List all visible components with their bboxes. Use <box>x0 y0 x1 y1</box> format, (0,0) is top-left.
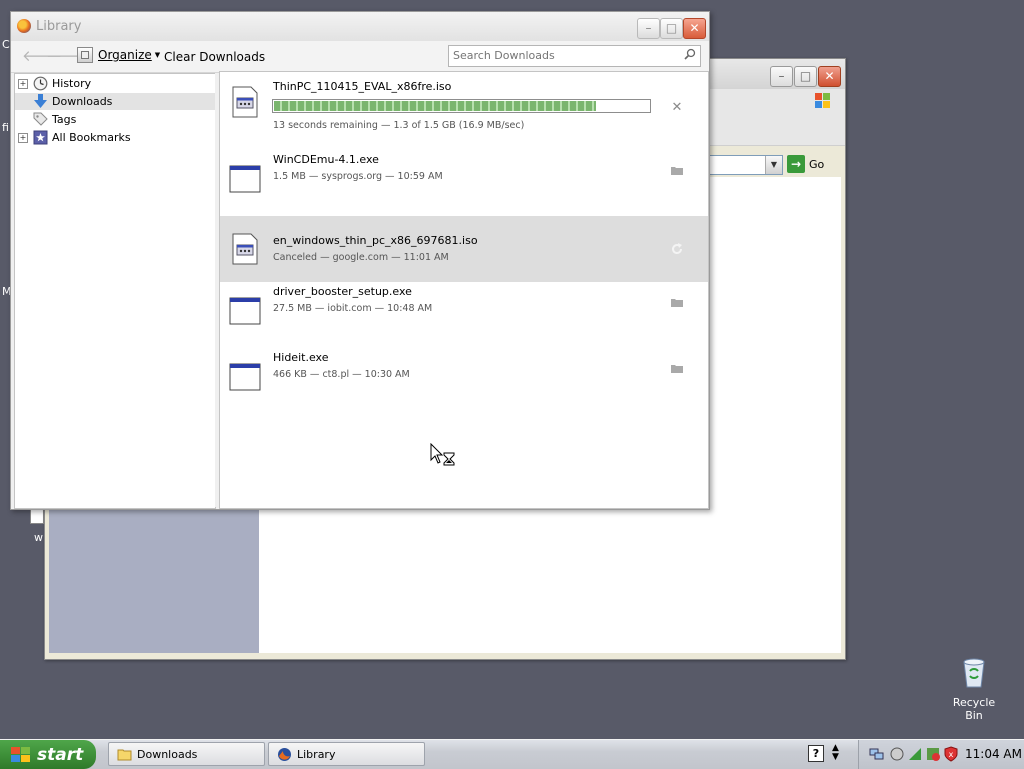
library-titlebar[interactable]: Library – □ ✕ <box>11 12 709 41</box>
taskbar-clock[interactable]: 11:04 AM <box>965 747 1022 761</box>
retry-icon[interactable] <box>670 242 684 256</box>
expand-plus-icon[interactable]: + <box>18 78 28 89</box>
search-input[interactable] <box>449 46 673 64</box>
download-filename: en_windows_thin_pc_x86_697681.iso <box>273 234 478 247</box>
tree-item-history[interactable]: + History <box>15 75 215 92</box>
downloads-list: ThinPC_110415_EVAL_x86fre.iso 13 seconds… <box>219 71 709 509</box>
download-status: 13 seconds remaining — 1.3 of 1.5 GB (16… <box>273 120 525 131</box>
security-center-icon[interactable]: x <box>943 746 959 762</box>
download-filename: Hideit.exe <box>273 351 329 364</box>
svg-text:x: x <box>949 750 954 759</box>
organize-icon <box>77 47 93 63</box>
desktop-icon-label-fragment: C <box>2 38 10 51</box>
windows-logo-icon <box>815 93 830 108</box>
shield-icon[interactable] <box>889 746 905 762</box>
tree-item-label: History <box>52 77 92 90</box>
history-clock-icon <box>33 76 48 91</box>
download-status: 1.5 MB — sysprogs.org — 10:59 AM <box>273 171 443 182</box>
folder-icon <box>117 749 132 760</box>
taskbar-button-downloads[interactable]: Downloads <box>108 742 265 766</box>
update-icon[interactable] <box>907 746 923 762</box>
help-icon[interactable]: ? <box>808 745 824 762</box>
taskbar: start Downloads Library ? ▲ ▼ x 11:04 AM <box>0 739 1024 769</box>
address-combo[interactable]: ▼ <box>705 155 783 175</box>
go-button[interactable]: → Go <box>787 154 824 174</box>
open-folder-icon[interactable] <box>670 361 684 375</box>
desktop-file-icon[interactable] <box>30 508 44 524</box>
maximize-button[interactable]: □ <box>660 18 683 39</box>
security-alert-icon[interactable] <box>925 746 941 762</box>
download-filename: ThinPC_110415_EVAL_x86fre.iso <box>273 80 452 93</box>
library-window[interactable]: Library – □ ✕ 🡐 🡒 Organize ▼ Clear Downl… <box>10 11 710 510</box>
open-folder-icon[interactable] <box>670 295 684 309</box>
download-filename: WinCDEmu-4.1.exe <box>273 153 379 166</box>
download-status: 466 KB — ct8.pl — 10:30 AM <box>273 369 410 380</box>
clear-downloads-button[interactable]: Clear Downloads <box>164 50 265 64</box>
tree-item-tags[interactable]: Tags <box>15 111 215 128</box>
chevron-down-icon: ▼ <box>154 51 161 59</box>
library-sidebar-tree: + History Downloads Tags + All Bookmarks <box>14 73 216 509</box>
progress-fill <box>274 101 597 111</box>
exe-window-icon <box>229 297 261 325</box>
search-icon[interactable] <box>684 48 696 60</box>
windows-logo-icon <box>11 746 30 762</box>
cancel-icon[interactable]: ✕ <box>670 100 684 115</box>
download-arrow-icon <box>34 94 47 108</box>
start-button[interactable]: start <box>0 740 96 769</box>
bookmarks-star-icon <box>33 130 48 145</box>
back-button[interactable]: 🡐 <box>22 48 62 64</box>
exe-window-icon <box>229 363 261 391</box>
download-item[interactable]: en_windows_thin_pc_x86_697681.iso Cancel… <box>220 216 708 282</box>
library-toolbar: 🡐 🡒 Organize ▼ Clear Downloads <box>11 41 709 73</box>
toolbar-chevron-icon[interactable]: ▲ ▼ <box>832 744 839 762</box>
download-filename: driver_booster_setup.exe <box>273 285 412 298</box>
forward-button[interactable]: 🡒 <box>46 48 86 64</box>
maximize-button[interactable]: □ <box>794 66 817 87</box>
download-progress-bar <box>272 99 651 113</box>
organize-menu-button[interactable]: Organize ▼ <box>77 47 160 63</box>
desktop-icon-label-fragment: fi <box>2 121 9 134</box>
minimize-button[interactable]: – <box>770 66 793 87</box>
close-button[interactable]: ✕ <box>683 18 706 39</box>
system-tray: x 11:04 AM <box>858 740 1024 769</box>
download-item[interactable]: driver_booster_setup.exe 27.5 MB — iobit… <box>220 283 708 349</box>
download-item[interactable]: ThinPC_110415_EVAL_x86fre.iso 13 seconds… <box>220 74 708 140</box>
tag-icon <box>33 112 48 126</box>
taskbar-button-label: Library <box>297 747 336 761</box>
start-label: start <box>37 744 84 765</box>
minimize-button[interactable]: – <box>637 18 660 39</box>
go-label: Go <box>809 157 825 171</box>
tree-item-downloads[interactable]: Downloads <box>15 93 215 110</box>
firefox-icon <box>17 19 31 33</box>
exe-window-icon <box>229 165 261 193</box>
open-folder-icon[interactable] <box>670 163 684 177</box>
recycle-bin[interactable]: Recycle Bin <box>944 657 1004 722</box>
window-title: Library <box>36 19 82 34</box>
go-arrow-icon: → <box>787 155 805 173</box>
iso-file-icon <box>232 86 258 118</box>
close-button[interactable]: ✕ <box>818 66 841 87</box>
download-status: 27.5 MB — iobit.com — 10:48 AM <box>273 303 433 314</box>
download-item[interactable]: WinCDEmu-4.1.exe 1.5 MB — sysprogs.org —… <box>220 151 708 217</box>
busy-cursor-icon <box>430 443 455 466</box>
tree-item-label: Tags <box>52 113 77 126</box>
network-icon[interactable] <box>869 746 885 762</box>
iso-file-icon <box>232 233 258 265</box>
search-box[interactable] <box>448 45 701 67</box>
taskbar-button-label: Downloads <box>137 747 198 761</box>
recycle-bin-label: Recycle Bin <box>952 696 996 722</box>
organize-label: Organize <box>98 48 152 62</box>
download-status: Canceled — google.com — 11:01 AM <box>273 252 449 263</box>
tree-item-label: All Bookmarks <box>52 131 131 144</box>
taskbar-button-library[interactable]: Library <box>268 742 425 766</box>
expand-plus-icon[interactable]: + <box>18 132 28 143</box>
download-item[interactable]: Hideit.exe 466 KB — ct8.pl — 10:30 AM <box>220 349 708 415</box>
tree-item-label: Downloads <box>52 95 113 108</box>
desktop-icon-label-fragment: w <box>34 531 43 544</box>
firefox-icon <box>278 747 291 761</box>
recycle-bin-icon <box>963 658 985 688</box>
chevron-down-icon[interactable]: ▼ <box>765 156 782 174</box>
tree-item-all-bookmarks[interactable]: + All Bookmarks <box>15 129 215 146</box>
